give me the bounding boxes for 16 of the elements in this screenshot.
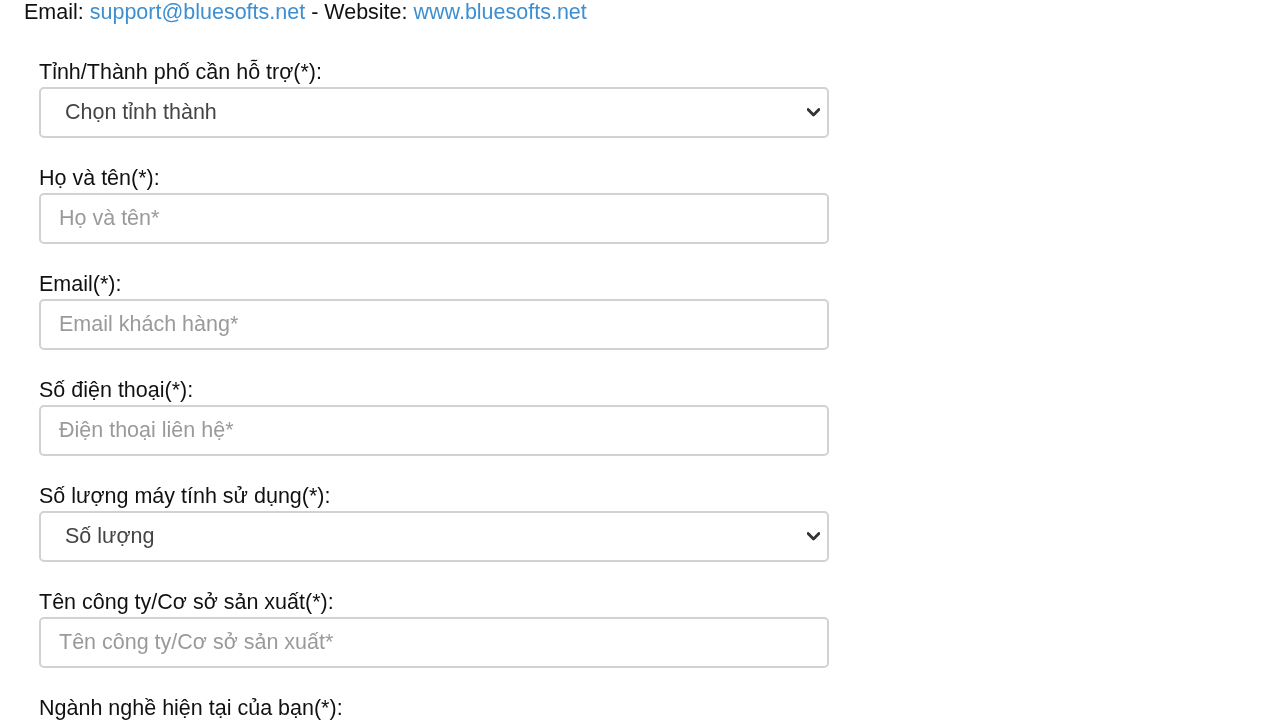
field-label: Ngành nghề hiện tại của bạn(*): xyxy=(39,696,343,720)
quantity-select[interactable]: Số lượng xyxy=(39,511,829,562)
phone-input[interactable]: Điện thoại liên hệ* xyxy=(39,405,829,456)
company-input[interactable]: Tên công ty/Cơ sở sản xuất* xyxy=(39,617,829,668)
name-input[interactable]: Họ và tên* xyxy=(39,193,829,244)
company-label: Tên công ty/Cơ sở sản xuất(*): xyxy=(39,590,334,614)
contact-info-line: Email: support@bluesofts.net - Website: www.bluesofts.net xyxy=(23,0,588,24)
chevron-down-icon xyxy=(807,108,820,117)
email-label: Email(*): xyxy=(39,272,122,296)
province-select[interactable]: Chọn tỉnh thành xyxy=(39,87,829,138)
email-input[interactable]: Email khách hàng* xyxy=(39,299,829,350)
province-label: Tỉnh/Thành phố cần hỗ trợ(*): xyxy=(39,60,322,84)
quantity-label: Số lượng máy tính sử dụng(*): xyxy=(39,484,331,508)
phone-label: Số điện thoại(*): xyxy=(39,378,194,402)
chevron-down-icon xyxy=(807,532,820,541)
name-label: Họ và tên(*): xyxy=(39,166,160,190)
